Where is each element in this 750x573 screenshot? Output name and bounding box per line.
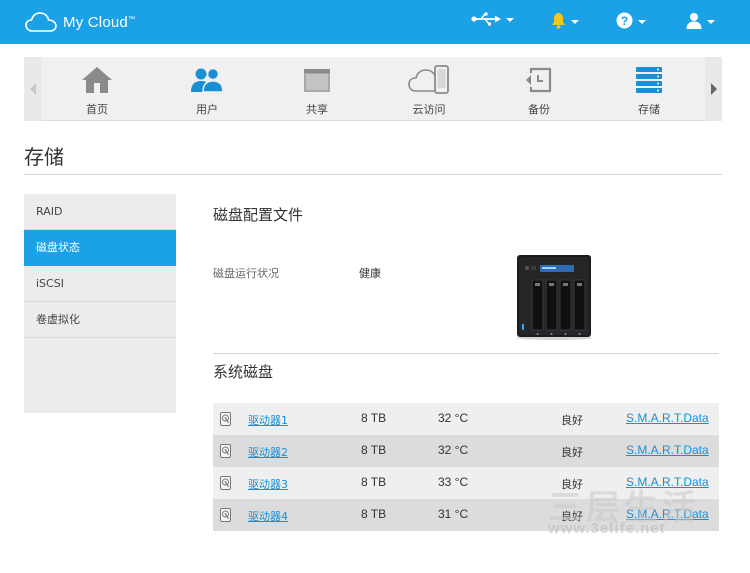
drive-temperature: 32 °C <box>438 411 469 425</box>
notifications-menu[interactable] <box>551 12 579 29</box>
svg-text:?: ? <box>621 14 628 28</box>
backup-icon <box>526 67 552 93</box>
drive-row: 驱动器2 8 TB 32 °C 良好 S.M.A.R.T.Data <box>213 435 719 467</box>
help-icon: ? <box>616 12 633 29</box>
drive-status: 良好 <box>561 446 583 459</box>
drive-temperature: 32 °C <box>438 443 469 457</box>
sidebar: RAID 磁盘状态 iSCSI 卷虚拟化 <box>24 194 176 413</box>
help-menu[interactable]: ? <box>616 12 646 29</box>
page-title: 存储 <box>24 145 64 169</box>
drive-link[interactable]: 驱动器4 <box>248 508 288 524</box>
app-name: My Cloud™ <box>63 13 136 31</box>
users-icon <box>191 67 224 93</box>
hard-drive-icon <box>220 508 231 522</box>
cloud-logo-icon <box>25 12 57 32</box>
smart-data-link[interactable]: S.M.A.R.T.Data <box>626 411 709 425</box>
drive-temperature: 31 °C <box>438 507 469 521</box>
nav-item-cloud-access[interactable]: 云访问 <box>384 57 474 121</box>
disk-health-value: 健康 <box>359 267 381 280</box>
disk-health-label: 磁盘运行状况 <box>213 267 279 280</box>
drive-capacity: 8 TB <box>361 443 387 457</box>
folder-icon <box>304 69 330 92</box>
drive-capacity: 8 TB <box>361 507 387 521</box>
storage-icon <box>636 67 662 93</box>
smart-data-link[interactable]: S.M.A.R.T.Data <box>626 443 709 457</box>
chevron-down-icon <box>571 19 579 24</box>
home-icon <box>82 67 112 93</box>
usb-icon <box>471 12 501 26</box>
drive-link[interactable]: 驱动器1 <box>248 412 288 428</box>
system-disks-title: 系统磁盘 <box>213 363 274 381</box>
chevron-right-icon <box>710 83 717 95</box>
nav-item-label: 共享 <box>306 103 328 116</box>
sidebar-item-raid[interactable]: RAID <box>24 194 176 230</box>
nav-item-backup[interactable]: 备份 <box>494 57 584 121</box>
app-logo[interactable]: My Cloud™ <box>25 11 135 33</box>
nas-device-image <box>515 254 593 343</box>
top-bar: My Cloud™ ? <box>0 0 750 44</box>
user-menu[interactable] <box>686 12 715 29</box>
drive-row: 驱动器1 8 TB 32 °C 良好 S.M.A.R.T.Data <box>213 403 719 435</box>
nav-item-label: 存储 <box>638 103 660 116</box>
sidebar-item-disk-status[interactable]: 磁盘状态 <box>24 230 176 266</box>
divider <box>213 353 719 354</box>
disk-profile-title: 磁盘配置文件 <box>213 206 304 224</box>
nav-item-users[interactable]: 用户 <box>162 57 252 121</box>
drive-status: 良好 <box>561 414 583 427</box>
hard-drive-icon <box>220 476 231 490</box>
drive-link[interactable]: 驱动器3 <box>248 476 288 492</box>
hard-drive-icon <box>220 444 231 458</box>
divider <box>24 174 722 175</box>
nav-item-label: 备份 <box>528 103 550 116</box>
user-icon <box>686 13 702 29</box>
watermark-url: www.3elife.net <box>548 520 666 537</box>
chevron-left-icon <box>29 83 36 95</box>
chevron-down-icon <box>506 18 514 22</box>
nav-scroll-right[interactable] <box>705 57 722 121</box>
chevron-down-icon <box>707 19 715 24</box>
nav-item-label: 云访问 <box>412 103 446 116</box>
main-nav: 首页 用户 共享 云访问 备份 存储 <box>24 57 722 121</box>
drive-link[interactable]: 驱动器2 <box>248 444 288 460</box>
hard-drive-icon <box>220 412 231 426</box>
usb-menu[interactable] <box>471 12 514 26</box>
nav-item-label: 用户 <box>196 103 218 116</box>
nav-item-storage[interactable]: 存储 <box>604 57 694 121</box>
drive-temperature: 33 °C <box>438 475 469 489</box>
sidebar-item-iscsi[interactable]: iSCSI <box>24 266 176 302</box>
nav-item-home[interactable]: 首页 <box>52 57 142 121</box>
watermark: 三层生活 www.3elife.net <box>548 480 748 537</box>
chevron-down-icon <box>638 19 646 24</box>
drive-capacity: 8 TB <box>361 475 387 489</box>
bell-icon <box>552 13 565 29</box>
cloud-access-icon <box>408 65 449 94</box>
nas-device-icon <box>516 255 592 340</box>
nav-scroll-left[interactable] <box>24 57 41 121</box>
nav-item-label: 首页 <box>86 103 108 116</box>
nav-item-shares[interactable]: 共享 <box>272 57 362 121</box>
sidebar-item-volume-virtualization[interactable]: 卷虚拟化 <box>24 302 176 338</box>
drive-capacity: 8 TB <box>361 411 387 425</box>
